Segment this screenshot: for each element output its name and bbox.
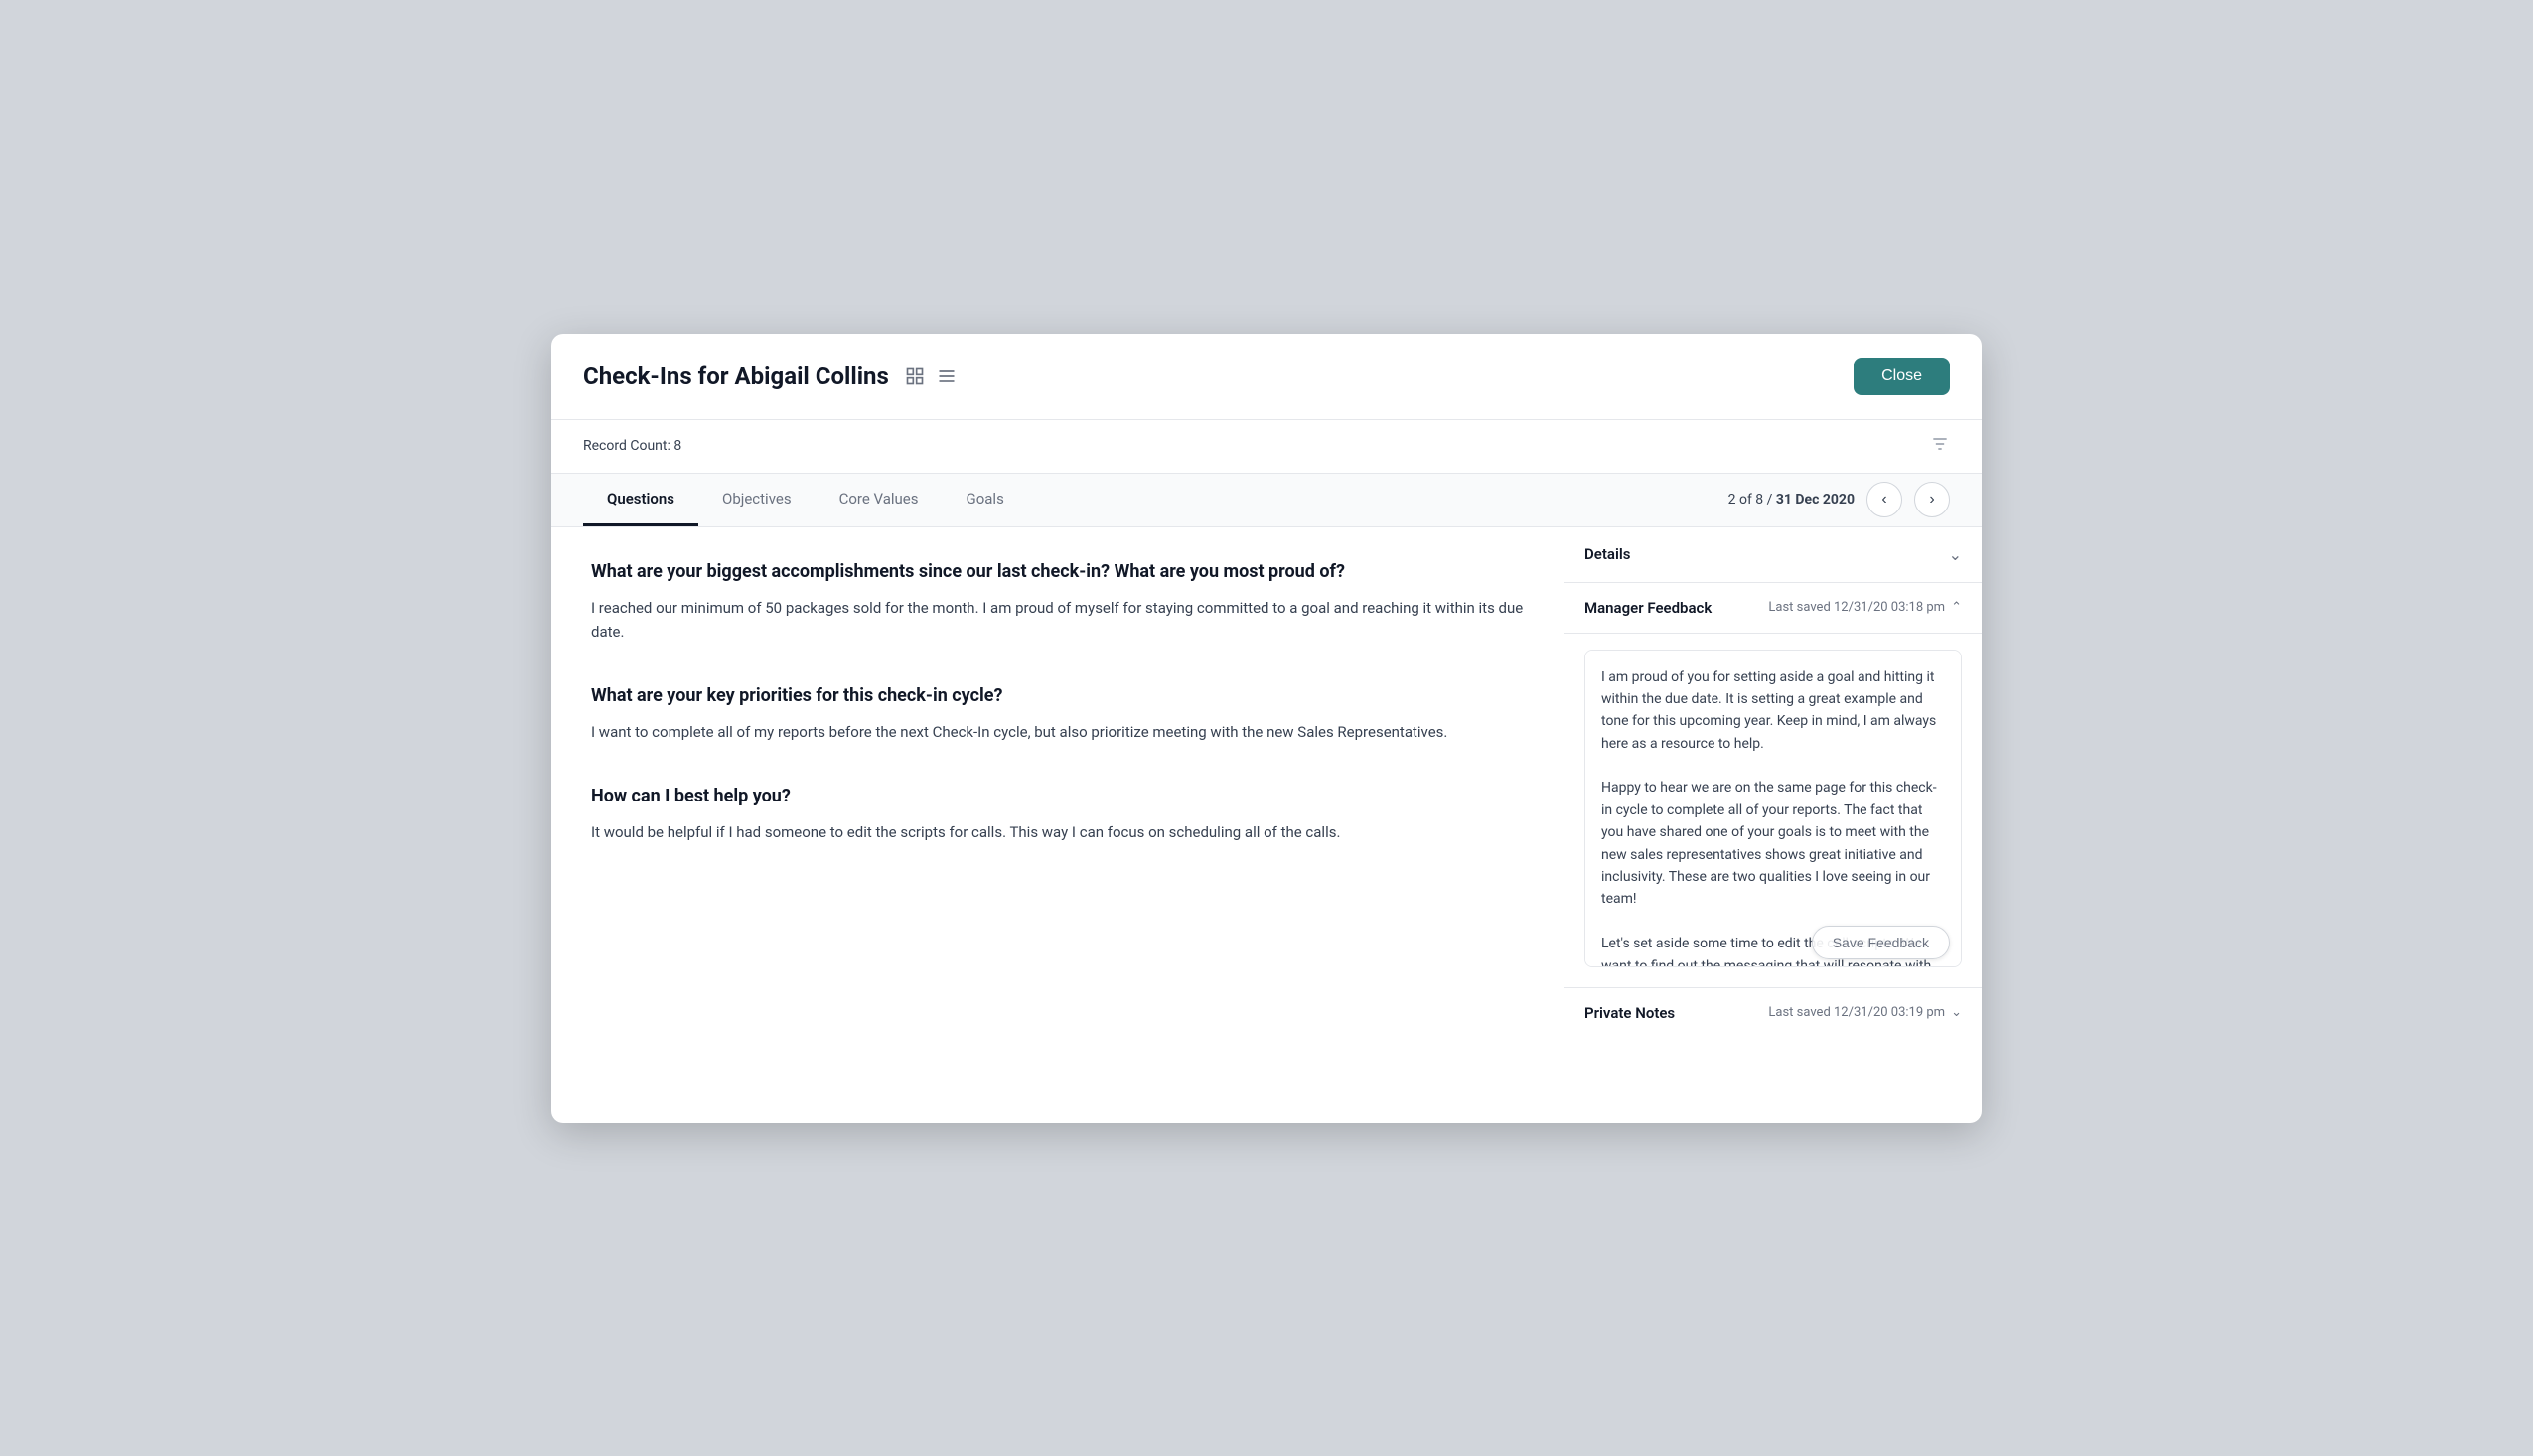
tab-questions[interactable]: Questions <box>583 474 698 526</box>
question-title-3: How can I best help you? <box>591 784 1524 808</box>
question-answer-1: I reached our minimum of 50 packages sol… <box>591 596 1524 644</box>
manager-feedback-header[interactable]: Manager Feedback Last saved 12/31/20 03:… <box>1564 583 1982 634</box>
private-notes-title: Private Notes <box>1584 1004 1675 1022</box>
save-feedback-button[interactable]: Save Feedback <box>1812 926 1950 959</box>
question-block-2: What are your key priorities for this ch… <box>591 683 1524 744</box>
list-view-icon[interactable] <box>937 366 957 386</box>
manager-feedback-last-saved: Last saved 12/31/20 03:18 pm ⌃ <box>1768 600 1962 615</box>
question-answer-3: It would be helpful if I had someone to … <box>591 820 1524 844</box>
right-panel: Details ⌄ Manager Feedback Last saved 12… <box>1564 527 1982 1123</box>
pagination-next-button[interactable]: › <box>1914 482 1950 517</box>
pagination: 2 of 8 / 31 Dec 2020 ‹ › <box>1728 482 1950 517</box>
question-answer-2: I want to complete all of my reports bef… <box>591 720 1524 744</box>
filter-icon[interactable] <box>1930 434 1950 459</box>
record-bar: Record Count: 8 <box>551 420 1982 474</box>
manager-feedback-textarea[interactable] <box>1584 650 1962 967</box>
main-content: What are your biggest accomplishments si… <box>551 527 1982 1123</box>
pagination-prev-button[interactable]: ‹ <box>1866 482 1902 517</box>
left-panel: What are your biggest accomplishments si… <box>551 527 1564 1123</box>
details-title: Details <box>1584 545 1630 563</box>
question-title-1: What are your biggest accomplishments si… <box>591 559 1524 584</box>
private-notes-chevron-icon: ⌄ <box>1951 1005 1962 1020</box>
question-title-2: What are your key priorities for this ch… <box>591 683 1524 708</box>
question-block-3: How can I best help you? It would be hel… <box>591 784 1524 844</box>
modal-header: Check-Ins for Abigail Collins Cl <box>551 334 1982 420</box>
header-left: Check-Ins for Abigail Collins <box>583 363 957 390</box>
private-notes-last-saved: Last saved 12/31/20 03:19 pm ⌄ <box>1768 1005 1962 1020</box>
record-count-label: Record Count: 8 <box>583 438 681 454</box>
manager-feedback-chevron-icon: ⌃ <box>1951 600 1962 615</box>
tab-goals[interactable]: Goals <box>943 474 1028 526</box>
tab-objectives[interactable]: Objectives <box>698 474 816 526</box>
modal-container: Check-Ins for Abigail Collins Cl <box>551 334 1982 1123</box>
tabs-bar: Questions Objectives Core Values Goals 2… <box>551 474 1982 527</box>
details-header[interactable]: Details ⌄ <box>1564 527 1982 582</box>
grid-view-icon[interactable] <box>905 366 925 386</box>
tab-core-values[interactable]: Core Values <box>816 474 943 526</box>
tabs-list: Questions Objectives Core Values Goals <box>583 474 1028 526</box>
header-icons <box>905 366 957 386</box>
modal-title: Check-Ins for Abigail Collins <box>583 363 889 390</box>
feedback-textarea-wrapper: Save Feedback <box>1564 634 1982 987</box>
details-chevron-icon: ⌄ <box>1949 545 1962 564</box>
manager-feedback-title: Manager Feedback <box>1584 599 1712 617</box>
question-block-1: What are your biggest accomplishments si… <box>591 559 1524 644</box>
pagination-label: 2 of 8 / 31 Dec 2020 <box>1728 492 1855 508</box>
private-notes-header[interactable]: Private Notes Last saved 12/31/20 03:19 … <box>1564 987 1982 1038</box>
close-button[interactable]: Close <box>1854 358 1950 395</box>
details-section: Details ⌄ <box>1564 527 1982 583</box>
